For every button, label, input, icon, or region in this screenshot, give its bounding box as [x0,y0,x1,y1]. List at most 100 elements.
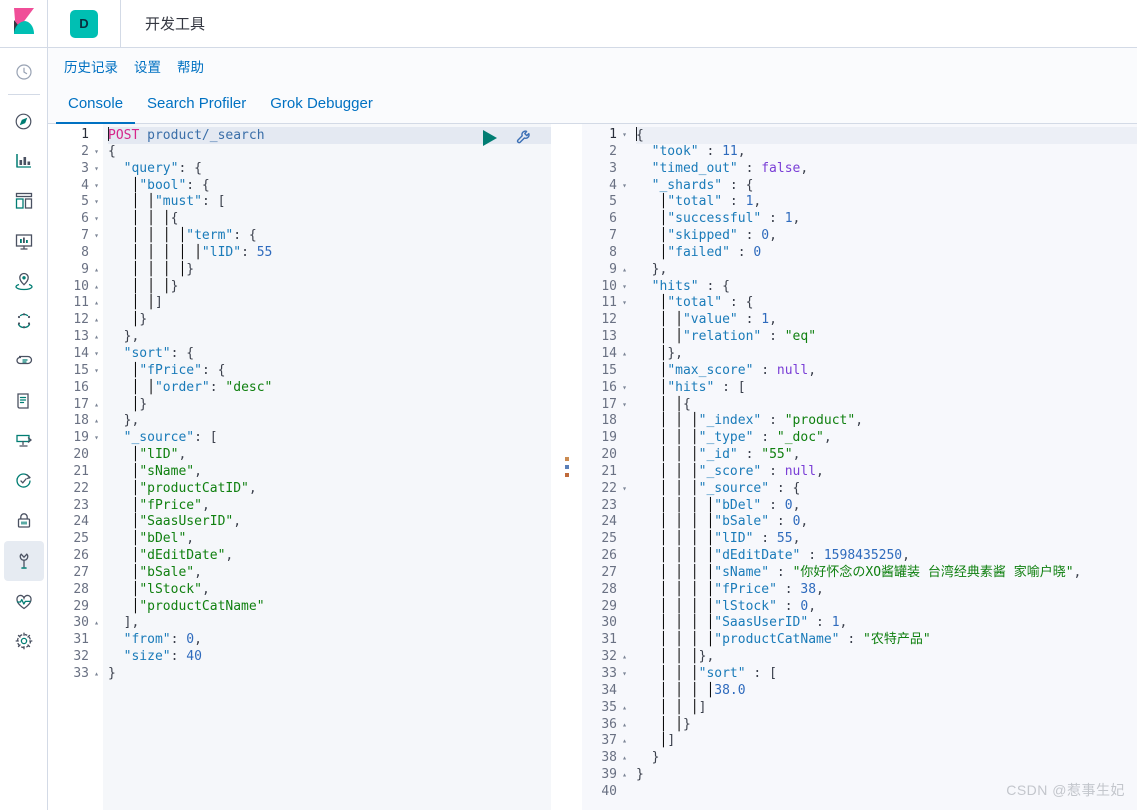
sidebar-item-apm[interactable] [4,421,44,461]
sidebar-item-machine-learning[interactable] [4,301,44,341]
code-line[interactable]: │ │ │} [108,279,551,296]
code-line[interactable]: │"fPrice": { [108,363,551,380]
code-line[interactable]: │"failed" : 0 [636,245,1137,262]
code-line[interactable]: │ │ │ │"bSale" : 0, [636,514,1137,531]
sidebar-item-management[interactable] [4,621,44,661]
code-line[interactable]: │ │"order": "desc" [108,380,551,397]
code-line[interactable]: │ │ │ │"fPrice" : 38, [636,582,1137,599]
code-line[interactable]: }, [108,329,551,346]
sidebar-item-uptime[interactable] [4,461,44,501]
code-line[interactable]: │ │ │ │} [108,262,551,279]
line-number[interactable]: 21 [582,464,631,481]
line-number[interactable]: 19 [582,430,631,447]
line-number[interactable]: 25 [582,531,631,548]
line-number[interactable]: 4 ▾ [582,178,631,195]
code-line[interactable]: │"lID", [108,447,551,464]
code-line[interactable]: { [636,127,1137,144]
line-number[interactable]: 29 [48,599,103,616]
code-line[interactable]: │ │ │"_id" : "55", [636,447,1137,464]
request-editor-pane[interactable]: 1 2 ▾ 3 ▾ 4 ▾ 5 ▾ 6 ▾ 7 ▾ 8 9 ▴ 10 ▴ 11 ▴ 12 ▴ 13 ▴ 14 ▾ 15 ▾ 16 17 ▴ 1… [48,124,551,810]
fold-collapse-icon[interactable]: ▾ [92,161,99,178]
code-line[interactable]: │ │ │ │"dEditDate" : 1598435250, [636,548,1137,565]
code-line[interactable]: │ │ │{ [108,211,551,228]
code-line[interactable]: │} [108,312,551,329]
code-line[interactable]: │ │"relation" : "eq" [636,329,1137,346]
line-number[interactable]: 21 [48,464,103,481]
line-number[interactable]: 17 ▾ [582,397,631,414]
line-number[interactable]: 28 [48,582,103,599]
fold-collapse-icon[interactable]: ▾ [620,127,627,144]
sidebar-item-dashboard[interactable] [4,181,44,221]
line-number[interactable]: 26 [48,548,103,565]
line-number[interactable]: 31 [582,632,631,649]
line-number[interactable]: 8 [582,245,631,262]
line-number[interactable]: 12 [582,312,631,329]
code-line[interactable]: "_shards" : { [636,178,1137,195]
fold-expand-icon[interactable]: ▴ [92,312,99,329]
line-number[interactable]: 30 ▴ [48,615,103,632]
fold-collapse-icon[interactable]: ▾ [620,178,627,195]
sidebar-item-discover[interactable] [4,101,44,141]
code-line[interactable]: │"bDel", [108,531,551,548]
sidebar-item-infrastructure[interactable] [4,341,44,381]
line-number[interactable]: 27 [48,565,103,582]
code-line[interactable]: │"bool": { [108,178,551,195]
code-line[interactable]: │ │ │ │"lStock" : 0, [636,599,1137,616]
fold-expand-icon[interactable]: ▴ [620,700,627,717]
fold-expand-icon[interactable]: ▴ [620,767,627,784]
line-number[interactable]: 26 [582,548,631,565]
line-number[interactable]: 33 ▾ [582,666,631,683]
line-number[interactable]: 1 ▾ [582,127,631,144]
response-editor-content[interactable]: { "took" : 11, "timed_out" : false, "_sh… [631,124,1137,810]
fold-expand-icon[interactable]: ▴ [92,397,99,414]
settings-link[interactable]: 设置 [126,56,169,76]
code-line[interactable]: "sort": { [108,346,551,363]
code-line[interactable]: │ │ │ │"sName" : "你好怀念のXO酱罐装 台湾经典素酱 家喻户晓… [636,565,1137,582]
history-link[interactable]: 历史记录 [56,56,126,76]
code-line[interactable]: │ │ │ │"term": { [108,228,551,245]
line-number[interactable]: 12 ▴ [48,312,103,329]
code-line[interactable]: │ │"must": [ [108,194,551,211]
code-line[interactable]: "_source": [ [108,430,551,447]
code-line[interactable]: │ │] [108,295,551,312]
fold-collapse-icon[interactable]: ▾ [620,295,627,312]
fold-expand-icon[interactable]: ▴ [620,717,627,734]
fold-expand-icon[interactable]: ▴ [620,346,627,363]
code-line[interactable]: │ │ │] [636,700,1137,717]
tab-console[interactable]: Console [56,95,136,124]
help-link[interactable]: 帮助 [169,56,212,76]
sidebar-item-visualize[interactable] [4,141,44,181]
code-line[interactable]: │"skipped" : 0, [636,228,1137,245]
fold-collapse-icon[interactable]: ▾ [92,144,99,161]
code-line[interactable]: │ │ │ │"lID" : 55, [636,531,1137,548]
fold-expand-icon[interactable]: ▴ [620,733,627,750]
code-line[interactable]: │"productCatName" [108,599,551,616]
line-number[interactable]: 11 ▾ [582,295,631,312]
fold-collapse-icon[interactable]: ▾ [92,194,99,211]
fold-collapse-icon[interactable]: ▾ [92,228,99,245]
sidebar-item-canvas[interactable] [4,221,44,261]
code-line[interactable]: }, [636,262,1137,279]
line-number[interactable]: 13 ▴ [48,329,103,346]
line-number[interactable]: 38 ▴ [582,750,631,767]
code-line[interactable]: │ │ │ │"productCatName" : "农特产品" [636,632,1137,649]
code-line[interactable]: "took" : 11, [636,144,1137,161]
line-number[interactable]: 33 ▴ [48,666,103,683]
line-number[interactable]: 10 ▾ [582,279,631,296]
line-number[interactable]: 39 ▴ [582,767,631,784]
fold-expand-icon[interactable]: ▴ [92,279,99,296]
fold-expand-icon[interactable]: ▴ [92,295,99,312]
line-number[interactable]: 27 [582,565,631,582]
line-number[interactable]: 9 ▴ [48,262,103,279]
code-line[interactable]: "timed_out" : false, [636,161,1137,178]
pane-splitter-handle[interactable] [551,124,582,810]
code-line[interactable]: │ │ │ │38.0 [636,683,1137,700]
fold-collapse-icon[interactable]: ▾ [620,397,627,414]
line-number[interactable]: 35 ▴ [582,700,631,717]
fold-expand-icon[interactable]: ▴ [620,262,627,279]
sidebar-item-maps[interactable] [4,261,44,301]
code-line[interactable]: │"dEditDate", [108,548,551,565]
line-number[interactable]: 22 [48,481,103,498]
code-line[interactable]: │ │ │"sort" : [ [636,666,1137,683]
line-number[interactable]: 10 ▴ [48,279,103,296]
